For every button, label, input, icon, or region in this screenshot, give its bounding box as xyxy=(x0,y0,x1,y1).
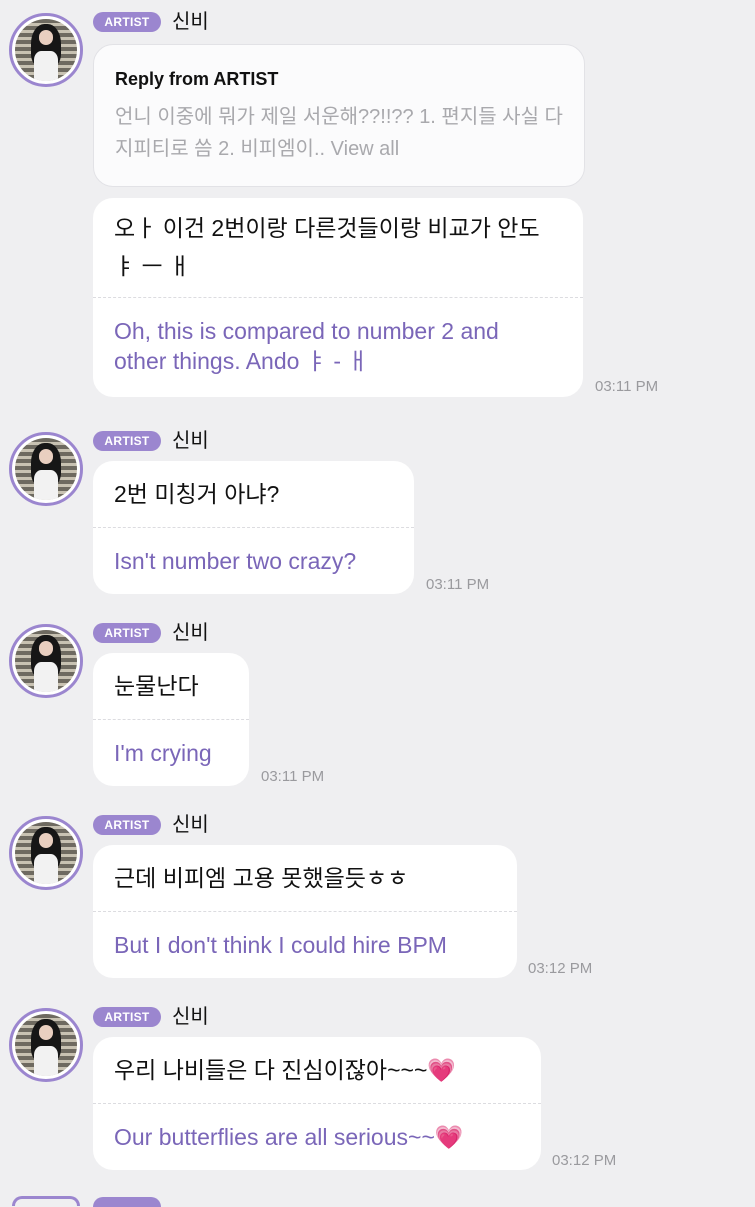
next-message-avatar-peek xyxy=(12,1196,80,1206)
divider xyxy=(93,527,414,528)
timestamp: 03:12 PM xyxy=(528,960,593,977)
view-all-link[interactable]: View all xyxy=(331,138,400,160)
avatar[interactable] xyxy=(9,13,83,87)
message-bubble: 2번 미칭거 아냐? Isn't number two crazy? xyxy=(93,461,414,594)
sender-name: 신비 xyxy=(172,11,209,33)
reply-title: Reply from ARTIST xyxy=(115,69,279,89)
translated-text: I'm crying xyxy=(114,740,212,766)
divider xyxy=(93,1103,541,1104)
message-bubble: 오ㅏ 이건 2번이랑 다른것들이랑 비교가 안도 ㅑ ㅡ ㅐ Oh, this … xyxy=(93,198,583,397)
translated-text: Our butterflies are all serious~~💗 xyxy=(114,1124,464,1150)
timestamp: 03:12 PM xyxy=(552,1152,617,1169)
heart-icon: 💗 xyxy=(434,1124,464,1150)
reply-quote[interactable]: Reply from ARTIST 언니 이중에 뭐가 제일 서운해??!!??… xyxy=(93,44,585,187)
avatar[interactable] xyxy=(9,624,83,698)
next-message-badge-peek xyxy=(93,1197,161,1207)
reply-text: 언니 이중에 뭐가 제일 서운해??!!?? 1. 편지들 사실 다 지피티로 … xyxy=(115,106,563,160)
translated-text: But I don't think I could hire BPM xyxy=(114,932,447,958)
original-text: ㅑ ㅡ ㅐ xyxy=(114,253,191,279)
timestamp: 03:11 PM xyxy=(426,576,490,593)
artist-badge: ARTIST xyxy=(93,623,161,643)
message-bubble: 우리 나비들은 다 진심이잖아~~~💗 Our butterflies are … xyxy=(93,1037,541,1170)
message-bubble: 눈물난다 I'm crying xyxy=(93,653,249,786)
divider xyxy=(93,911,517,912)
sender-name: 신비 xyxy=(172,430,209,452)
avatar[interactable] xyxy=(9,1008,83,1082)
divider xyxy=(93,719,249,720)
original-text: 눈물난다 xyxy=(114,673,199,699)
original-text: 근데 비피엠 고용 못했을듯ㅎㅎ xyxy=(114,865,409,891)
translated-text: other things. Ando ㅑ - ㅐ xyxy=(114,348,369,374)
sender-name: 신비 xyxy=(172,622,209,644)
timestamp: 03:11 PM xyxy=(595,378,659,395)
original-text: 오ㅏ 이건 2번이랑 다른것들이랑 비교가 안도 xyxy=(114,215,540,241)
artist-badge: ARTIST xyxy=(93,1007,161,1027)
translated-text: Isn't number two crazy? xyxy=(114,548,357,574)
sender-name: 신비 xyxy=(172,1006,209,1028)
avatar[interactable] xyxy=(9,816,83,890)
artist-badge: ARTIST xyxy=(93,431,161,451)
artist-badge: ARTIST xyxy=(93,815,161,835)
divider xyxy=(93,297,583,298)
translated-text: Oh, this is compared to number 2 and xyxy=(114,318,499,344)
sender-name: 신비 xyxy=(172,814,209,836)
timestamp: 03:11 PM xyxy=(261,768,325,785)
artist-badge: ARTIST xyxy=(93,12,161,32)
message-bubble: 근데 비피엠 고용 못했을듯ㅎㅎ But I don't think I cou… xyxy=(93,845,517,978)
heart-icon: 💗 xyxy=(427,1057,457,1083)
original-text: 우리 나비들은 다 진심이잖아~~~💗 xyxy=(114,1057,457,1083)
avatar[interactable] xyxy=(9,432,83,506)
original-text: 2번 미칭거 아냐? xyxy=(114,481,280,507)
